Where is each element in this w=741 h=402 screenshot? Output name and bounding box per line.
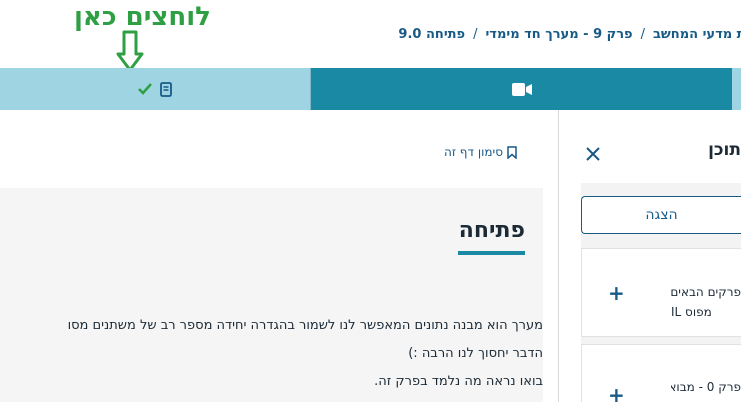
content-paragraph: הדבר יחסוך לנו הרבה :) — [408, 346, 543, 361]
course-sidebar: תוכן הקורס הצגה + פרקים הבאים מפוס IL + … — [559, 110, 741, 402]
bookmark-page-button[interactable]: סימון דף זה — [444, 145, 517, 159]
show-button[interactable]: הצגה — [581, 196, 741, 234]
tab-video[interactable] — [311, 68, 732, 110]
sidebar-section-label: פרקים הבאים מפוס IL — [671, 282, 741, 322]
breadcrumb: ת יסודות מדעי המחשב C# / פרק 9 - מערך חד… — [398, 24, 741, 44]
annotation-click-here: לוחצים כאן — [74, 2, 211, 32]
tab-reading[interactable] — [0, 68, 311, 110]
sidebar-section-line: מפוס IL — [671, 305, 712, 319]
content-paragraph: מערך הוא מבנה נתונים המאפשר לנו לשמור בה… — [67, 318, 543, 333]
breadcrumb-course[interactable]: ת יסודות מדעי המחשב C# — [653, 27, 741, 42]
title-underline — [458, 251, 525, 255]
sidebar-section-card[interactable]: + פרק 0 - מבוא — [581, 344, 741, 402]
sidebar-section-card[interactable]: + פרקים הבאים מפוס IL — [581, 248, 741, 337]
content-type-tabs — [0, 68, 741, 110]
page-title: פתיחה — [458, 218, 525, 243]
content-card: פתיחה — [0, 188, 543, 402]
expand-icon[interactable]: + — [608, 383, 625, 402]
sidebar-section-label: פרק 0 - מבוא — [671, 377, 741, 397]
bookmark-label: סימון דף זה — [444, 145, 504, 159]
breadcrumb-separator: / — [473, 26, 478, 42]
breadcrumb-chapter[interactable]: פרק 9 - מערך חד מימדי — [485, 27, 632, 42]
bookmark-icon — [507, 145, 517, 159]
book-icon — [160, 81, 172, 97]
check-icon — [138, 83, 152, 95]
sidebar-section-line: פרקים הבאים — [671, 285, 741, 299]
sidebar-title: תוכן הקורס — [701, 140, 741, 160]
sidebar-section-line: פרק 0 - מבוא — [671, 380, 741, 394]
breadcrumb-course-wrap: ת יסודות מדעי המחשב C# — [653, 27, 741, 42]
annotation-arrow-icon — [116, 30, 144, 72]
content-paragraph: בואו נראה מה נלמד בפרק זה. — [374, 374, 543, 389]
expand-icon[interactable]: + — [608, 281, 625, 305]
tab-edge — [732, 68, 741, 110]
video-camera-icon — [511, 82, 532, 96]
close-icon[interactable] — [585, 146, 601, 162]
breadcrumb-page[interactable]: 9.0 פתיחה — [398, 27, 465, 42]
breadcrumb-separator: / — [640, 26, 645, 42]
